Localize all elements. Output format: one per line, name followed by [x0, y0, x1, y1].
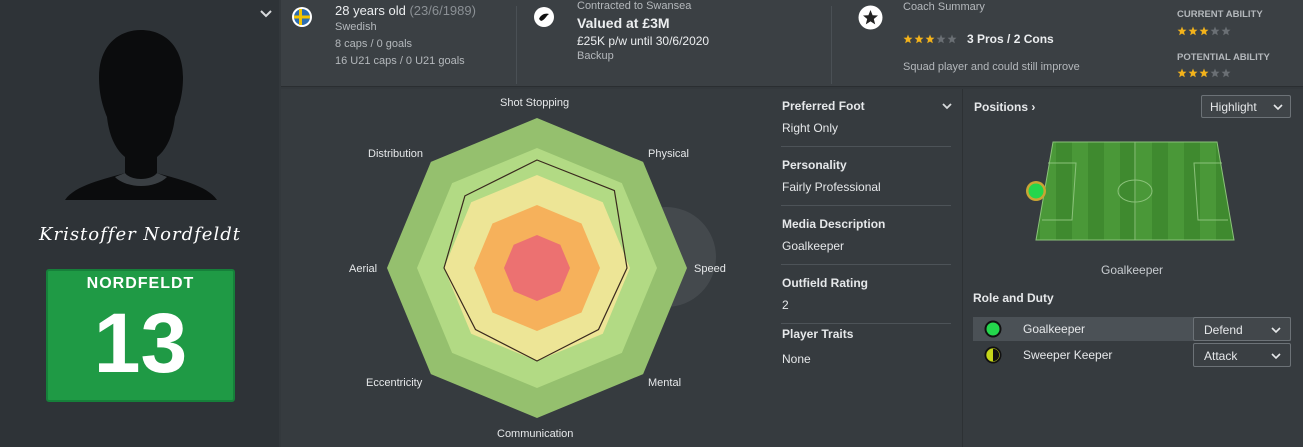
- coach-note: Squad player and could still improve: [903, 61, 1080, 73]
- position-name: Goalkeeper: [1101, 263, 1164, 277]
- outfield-rating-label: Outfield Rating: [782, 276, 868, 290]
- current-ability-star-icon: [1199, 26, 1209, 36]
- chevron-down-icon: [1271, 353, 1281, 360]
- player-value: Valued at £3M: [577, 15, 670, 31]
- player-profile-panel: Kristoffer Nordfeldt NORDFELDT 13: [0, 0, 279, 447]
- chevron-down-icon: [1271, 327, 1281, 334]
- pros-cons: 3 Pros / 2 Cons: [967, 32, 1054, 46]
- duty-value: Defend: [1204, 323, 1243, 337]
- potential-ability-label: POTENTIAL ABILITY: [1177, 52, 1270, 63]
- preferred-foot-value: Right Only: [782, 121, 839, 135]
- coach-star-icon: [925, 34, 935, 44]
- chevron-down-icon: [1273, 104, 1283, 111]
- positions-title: Positions: [974, 100, 1029, 114]
- personality-label: Personality: [782, 158, 847, 172]
- radar-label-distribution: Distribution: [368, 148, 424, 160]
- media-description-value: Goalkeeper: [782, 239, 845, 253]
- potential-ability-star-icon: [1210, 68, 1220, 78]
- u21-caps: 16 U21 caps / 0 U21 goals: [335, 55, 465, 67]
- potential-ability-star-icon: [1177, 68, 1187, 78]
- coach-star-icon: [903, 34, 913, 44]
- personality-value: Fairly Professional: [782, 180, 881, 194]
- coach-star-icon: [914, 34, 924, 44]
- current-ability-star-icon: [1188, 26, 1198, 36]
- goalkeeper-position-marker: [1026, 181, 1046, 201]
- role-status-icon: [984, 320, 1002, 338]
- outfield-rating-value: 2: [782, 298, 789, 312]
- highlight-dropdown[interactable]: Highlight: [1201, 95, 1291, 118]
- role-row[interactable]: Goalkeeper Defend: [973, 317, 1291, 341]
- coach-star-rating: [903, 34, 957, 44]
- age: 28 years old: [335, 3, 406, 18]
- radar-label-mental: Mental: [648, 377, 682, 389]
- positions-link[interactable]: Positions ›: [974, 100, 1035, 114]
- radar-band: [504, 235, 570, 301]
- role-name: Goalkeeper: [1023, 322, 1086, 336]
- potential-ability-star-icon: [1221, 68, 1231, 78]
- sweden-flag-icon: [292, 7, 312, 27]
- role-row[interactable]: Sweeper Keeper Attack: [973, 343, 1291, 367]
- player-traits-label: Player Traits: [782, 327, 854, 341]
- current-ability-star-icon: [1177, 26, 1187, 36]
- wage-contract: £25K p/w until 30/6/2020: [577, 34, 710, 48]
- pitch-diagram: [1035, 141, 1235, 241]
- current-ability-star-icon: [1210, 26, 1220, 36]
- shirt-number-card: NORDFELDT 13: [46, 269, 235, 402]
- potential-ability-star-icon: [1199, 68, 1209, 78]
- duty-dropdown[interactable]: Attack: [1193, 343, 1291, 367]
- international-caps: 8 caps / 0 goals: [335, 38, 413, 50]
- coach-star-icon: [947, 34, 957, 44]
- player-signature: Kristoffer Nordfeldt: [39, 224, 241, 245]
- radar-label-aerial: Aerial: [349, 263, 378, 275]
- chevron-down-icon[interactable]: [258, 6, 274, 22]
- role-status-icon: [984, 346, 1002, 364]
- potential-ability-stars: [1177, 68, 1231, 78]
- media-description-label: Media Description: [782, 217, 886, 231]
- radar-label-eccentricity: Eccentricity: [366, 377, 423, 389]
- potential-ability-star-icon: [1188, 68, 1198, 78]
- player-silhouette: [65, 30, 217, 200]
- date-of-birth: (23/6/1989): [409, 3, 476, 18]
- role-duty-title: Role and Duty: [973, 291, 1054, 305]
- role-name: Sweeper Keeper: [1023, 348, 1113, 362]
- duty-value: Attack: [1204, 349, 1238, 363]
- coach-star-icon: [936, 34, 946, 44]
- contract-label: Contracted to Swansea: [577, 0, 692, 12]
- radar-label-communication: Communication: [497, 428, 574, 440]
- coach-star-icon: [858, 5, 883, 30]
- preferred-foot-label: Preferred Foot: [782, 99, 865, 113]
- current-ability-stars: [1177, 26, 1231, 36]
- highlight-label: Highlight: [1210, 100, 1257, 114]
- player-traits-value: None: [782, 352, 811, 366]
- shirt-name: NORDFELDT: [86, 275, 195, 292]
- current-ability-star-icon: [1221, 26, 1231, 36]
- radar-label-physical: Physical: [648, 148, 689, 160]
- club-badge-icon: [534, 7, 554, 27]
- radar-label-shot-stopping: Shot Stopping: [500, 97, 570, 109]
- radar-label-speed: Speed: [694, 263, 726, 275]
- nationality: Swedish: [335, 21, 377, 33]
- shirt-number: 13: [93, 296, 188, 390]
- chevron-down-icon[interactable]: [940, 99, 954, 113]
- squad-status: Backup: [577, 50, 614, 62]
- coach-summary-label: Coach Summary: [903, 1, 985, 13]
- duty-dropdown[interactable]: Defend: [1193, 317, 1291, 341]
- current-ability-label: CURRENT ABILITY: [1177, 9, 1263, 20]
